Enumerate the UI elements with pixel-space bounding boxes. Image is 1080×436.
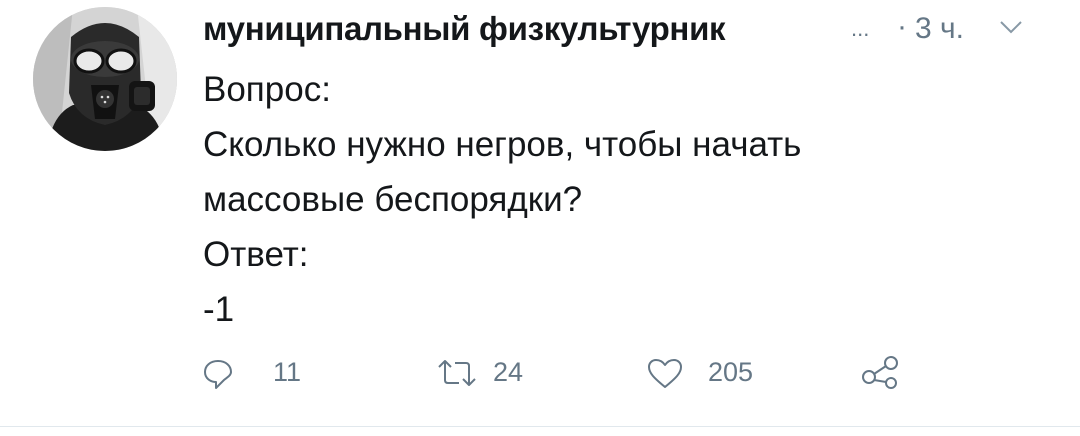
gas-mask-avatar-image [33, 7, 177, 151]
tweet-line: -1 [203, 290, 235, 329]
reply-icon [204, 360, 232, 389]
like-button[interactable]: 205 [647, 352, 777, 396]
tweet-text: Вопрос: Сколько нужно негров, чтобы нача… [203, 62, 1043, 337]
retweet-count: 24 [493, 357, 524, 387]
tweet-actions: 11 24 205 [0, 352, 1080, 396]
share-icon [862, 356, 898, 389]
retweet-icon [438, 360, 476, 386]
share-button[interactable] [860, 352, 904, 396]
reply-button[interactable]: 11 [203, 352, 323, 396]
tweet-line: массовые беспорядки? [203, 180, 583, 219]
tweet-line: Ответ: [203, 235, 309, 274]
tweet-line: Вопрос: [203, 70, 331, 109]
separator-dot: · [897, 10, 907, 43]
tweet-timestamp[interactable]: 3 ч. [915, 12, 964, 46]
divider [0, 426, 1080, 427]
chevron-down-icon[interactable] [1000, 20, 1022, 34]
tweet-header: муниципальный физкультурник ... · 3 ч. [203, 10, 1053, 52]
author-name[interactable]: муниципальный физкультурник [203, 10, 726, 48]
reply-count: 11 [273, 357, 302, 387]
avatar[interactable] [33, 7, 177, 151]
name-truncation: ... [851, 16, 870, 41]
heart-icon [648, 359, 682, 388]
like-count: 205 [708, 357, 754, 387]
tweet-line: Сколько нужно негров, чтобы начать [203, 125, 802, 164]
retweet-button[interactable]: 24 [437, 352, 557, 396]
